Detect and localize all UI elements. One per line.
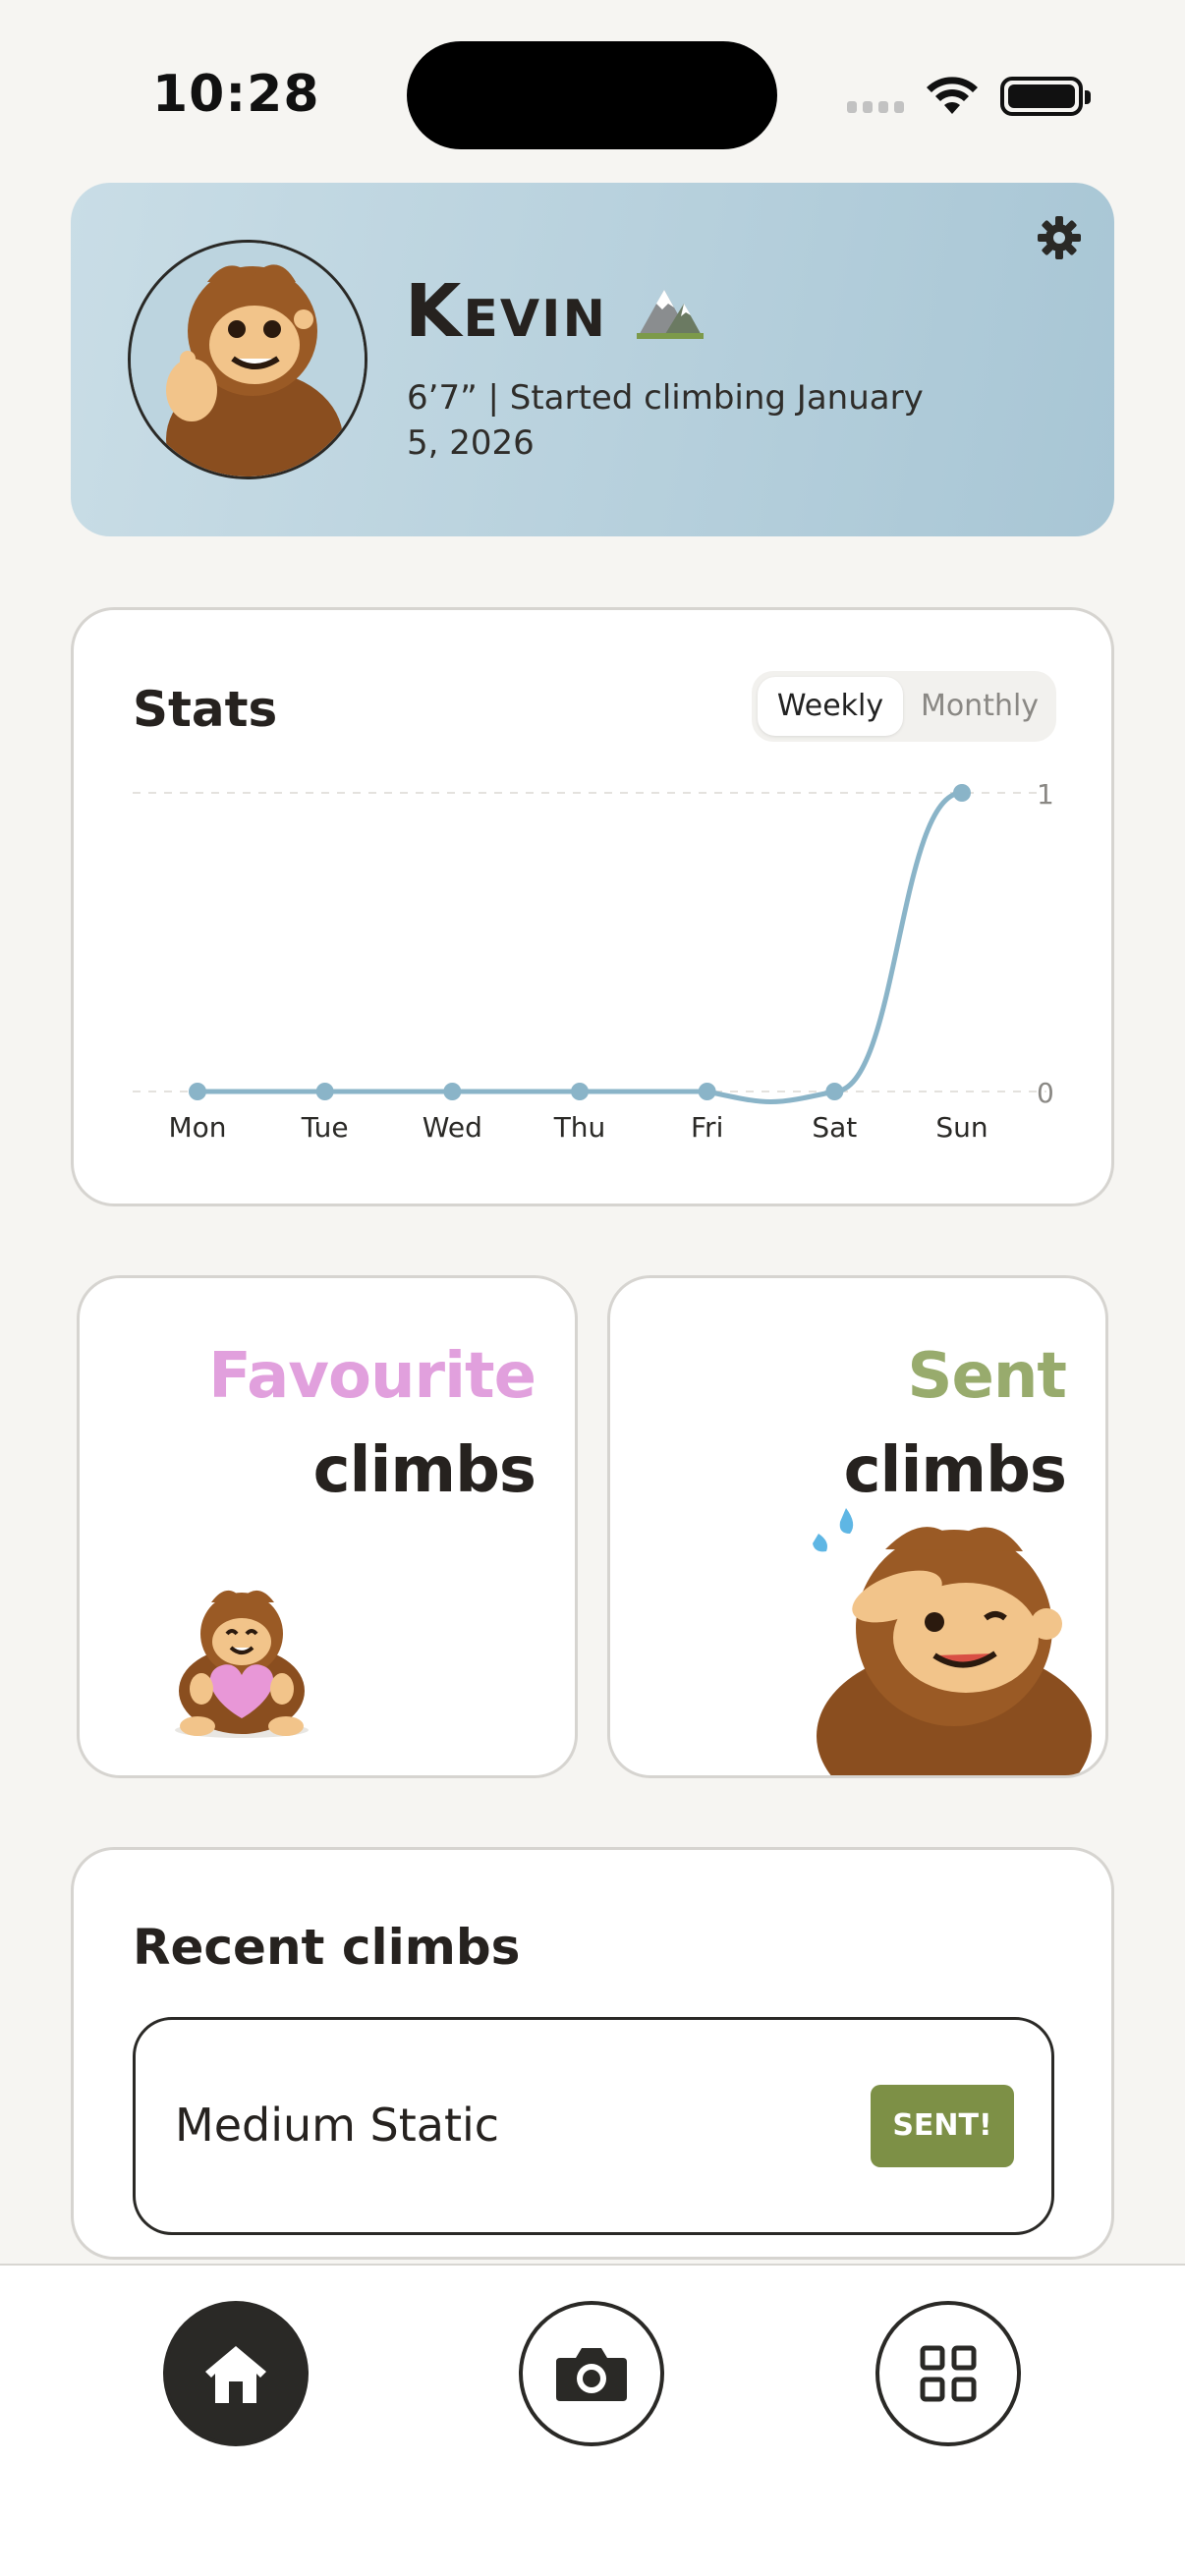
bigfoot-sweat-icon — [813, 1508, 1092, 1775]
x-tick-label: Fri — [691, 1111, 723, 1144]
x-tick-label: Thu — [553, 1111, 606, 1144]
stats-line-chart: 0 1 Mon Tue Wed Thu Fri Sat Sun — [133, 778, 1054, 1144]
mountain-icon — [636, 290, 704, 339]
data-point — [443, 1083, 462, 1100]
recent-climbs-card: Recent climbs Medium Static SENT! — [71, 1847, 1114, 2260]
grid-icon — [920, 2345, 977, 2402]
sent-badge: SENT! — [871, 2085, 1014, 2167]
status-time: 10:28 — [152, 65, 320, 124]
stats-card: Stats Weekly Monthly 0 1 Mon Tue Wed Thu Fri Sa… — [71, 607, 1114, 1206]
y-tick-label: 1 — [1037, 778, 1054, 811]
cellular-signal-icon — [847, 101, 904, 113]
y-tick-label: 0 — [1037, 1077, 1054, 1109]
favourite-label: Favourite — [208, 1340, 536, 1413]
data-point — [698, 1083, 716, 1100]
x-tick-label: Sun — [935, 1111, 988, 1144]
favourite-climbs-card[interactable]: Favourite climbs — [77, 1275, 578, 1778]
profile-card: Kevin 6’7” | Started climbing January 5,… — [71, 183, 1114, 536]
wifi-icon — [927, 77, 978, 114]
tab-bar — [0, 2264, 1185, 2576]
data-point — [315, 1083, 334, 1100]
data-point — [825, 1083, 844, 1100]
recent-climbs-title: Recent climbs — [133, 1919, 521, 1976]
bigfoot-heart-icon — [175, 1590, 309, 1738]
tab-grid[interactable] — [875, 2301, 1021, 2446]
tab-camera[interactable] — [519, 2301, 664, 2446]
profile-subtitle: 6’7” | Started climbing January 5, 2026 — [407, 378, 924, 463]
profile-name-row: Kevin — [405, 269, 705, 354]
data-point — [953, 784, 971, 802]
x-tick-label: Tue — [301, 1111, 349, 1144]
series-line — [195, 790, 965, 1104]
battery-icon — [1000, 77, 1091, 116]
sent-climbs-card[interactable]: Sent climbs — [607, 1275, 1108, 1778]
favourite-climbs-label: climbs — [312, 1434, 536, 1507]
recent-climb-item[interactable]: Medium Static SENT! — [133, 2017, 1054, 2235]
x-tick-label: Sat — [812, 1111, 857, 1144]
tab-home[interactable] — [163, 2301, 309, 2446]
avatar — [128, 240, 367, 479]
status-bar: 10:28 — [0, 0, 1185, 187]
climb-name: Medium Static — [175, 2099, 500, 2152]
favourite-climbs-title: Favourite climbs — [208, 1329, 536, 1518]
dynamic-island — [407, 41, 777, 149]
sent-label: Sent — [907, 1340, 1067, 1413]
data-point — [189, 1083, 206, 1100]
home-icon — [205, 2346, 266, 2403]
camera-icon — [556, 2348, 627, 2401]
data-point — [571, 1083, 589, 1100]
x-tick-label: Wed — [423, 1111, 482, 1144]
x-tick-label: Mon — [168, 1111, 226, 1144]
gear-icon[interactable] — [1036, 214, 1083, 261]
profile-name: Kevin — [405, 269, 607, 354]
